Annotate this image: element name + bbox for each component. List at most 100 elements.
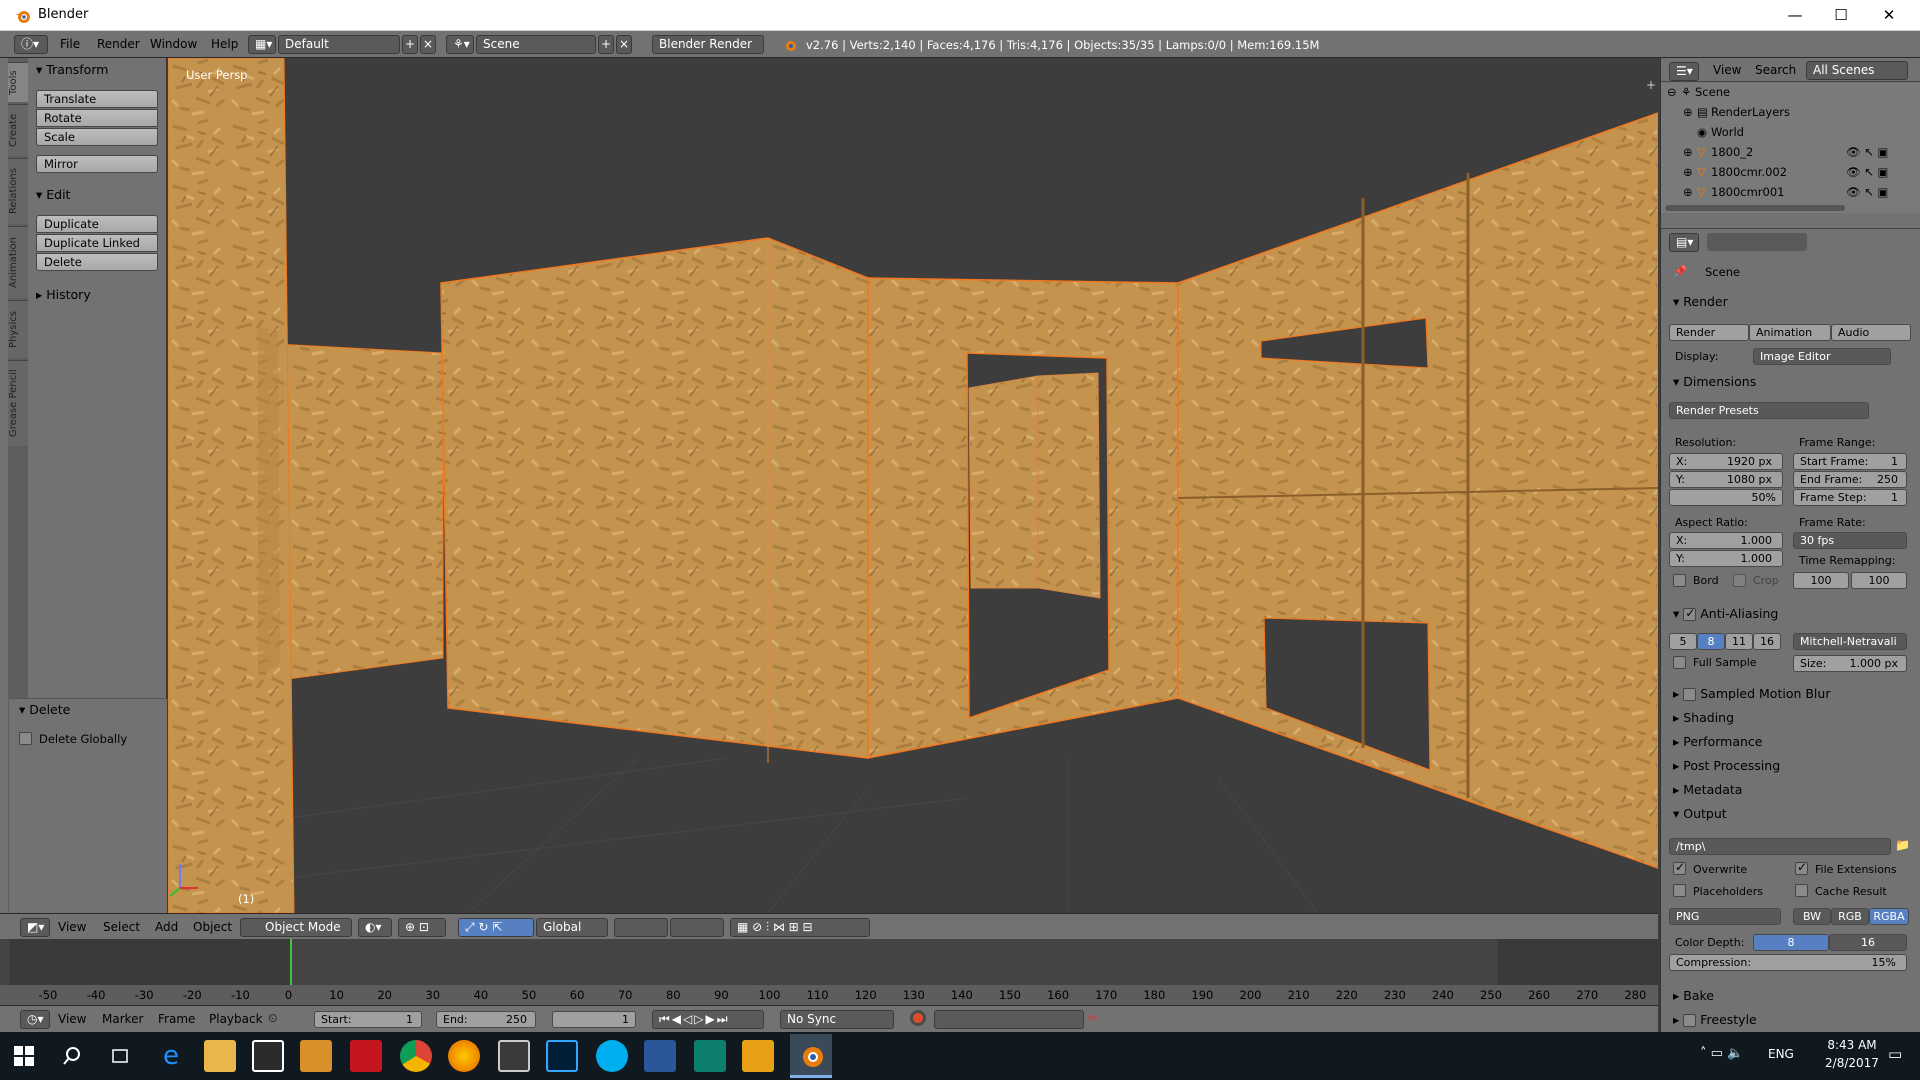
scale-button[interactable]: Scale xyxy=(36,128,158,146)
layers-grid-a[interactable] xyxy=(614,918,668,937)
sync-mode-select[interactable]: No Sync xyxy=(780,1010,894,1029)
color-depth-8[interactable]: 8 xyxy=(1753,934,1829,951)
edit-panel-title[interactable]: ▾ Edit xyxy=(36,187,70,202)
dimensions-panel-title[interactable]: ▾ Dimensions xyxy=(1673,374,1756,389)
duplicate-button[interactable]: Duplicate xyxy=(36,215,158,233)
frame-step-field[interactable]: Frame Step: 1 xyxy=(1793,489,1907,506)
keyframe-insert-icon[interactable]: ✂ xyxy=(1088,1011,1098,1025)
tab-relations[interactable]: Relations xyxy=(8,158,28,224)
keying-set-field[interactable] xyxy=(934,1010,1084,1029)
metadata-panel-title[interactable]: ▸ Metadata xyxy=(1673,782,1742,797)
photoshop-icon[interactable] xyxy=(546,1040,578,1072)
motion-blur-checkbox[interactable] xyxy=(1683,688,1697,701)
properties-editor-icon[interactable]: ▤▾ xyxy=(1669,233,1699,252)
anti-aliasing-checkbox[interactable] xyxy=(1683,606,1697,621)
viewport-expand-icon[interactable]: + xyxy=(1646,78,1656,92)
record-icon[interactable] xyxy=(910,1010,926,1026)
tab-animation[interactable]: Animation xyxy=(8,226,28,298)
compression-slider[interactable]: Compression: 15% xyxy=(1669,954,1907,971)
render-button[interactable]: Render xyxy=(1669,324,1749,341)
current-frame-input[interactable]: 1 xyxy=(552,1011,636,1028)
aa-sample-11[interactable]: 11 xyxy=(1725,633,1753,650)
media-app-icon[interactable] xyxy=(300,1040,332,1072)
file-format-select[interactable]: PNG xyxy=(1669,908,1781,925)
pin-icon[interactable]: 📌 xyxy=(1673,264,1687,278)
timeline-menu-playback[interactable]: Playback xyxy=(209,1012,263,1026)
time-remap-old-field[interactable]: 100 xyxy=(1793,572,1849,589)
outliner-item-renderlayers[interactable]: ⊕ ▤ RenderLayers xyxy=(1661,105,1901,124)
outliner-item-object[interactable]: ⊕ ▽ 1800cmr.002 👁 ↖ ▣ xyxy=(1661,165,1901,184)
transform-panel-title[interactable]: ▾ Transform xyxy=(36,62,108,77)
outliner-menu-view[interactable]: View xyxy=(1713,63,1741,77)
duplicate-linked-button[interactable]: Duplicate Linked xyxy=(36,234,158,252)
3d-view-editor-icon[interactable]: ◩▾ xyxy=(20,918,50,937)
3d-menu-select[interactable]: Select xyxy=(103,920,140,934)
windows-start-icon[interactable] xyxy=(14,1046,34,1066)
menu-help[interactable]: Help xyxy=(211,37,238,51)
search-icon[interactable] xyxy=(62,1046,82,1066)
manipulator-icons[interactable]: ⤢ ↻ ⇱ xyxy=(458,918,534,937)
word-icon[interactable] xyxy=(644,1040,676,1072)
outliner-item-scene[interactable]: ⊖ ⚘ Scene xyxy=(1661,85,1901,104)
menu-window[interactable]: Window xyxy=(150,37,197,51)
app-icon[interactable] xyxy=(694,1040,726,1072)
outlook-icon[interactable] xyxy=(742,1040,774,1072)
3d-menu-object[interactable]: Object xyxy=(193,920,232,934)
translate-button[interactable]: Translate xyxy=(36,90,158,108)
delete-button[interactable]: Delete xyxy=(36,253,158,271)
resolution-x-field[interactable]: X: 1920 px xyxy=(1669,453,1783,470)
bake-panel-title[interactable]: ▸ Bake xyxy=(1673,988,1714,1003)
tab-create[interactable]: Create xyxy=(8,104,28,156)
file-extensions-checkbox[interactable] xyxy=(1795,860,1808,875)
crop-checkbox[interactable] xyxy=(1733,574,1746,587)
screen-layout-field[interactable]: Default xyxy=(278,35,400,54)
menu-file[interactable]: File xyxy=(60,37,80,51)
resolution-percentage-field[interactable]: 50% xyxy=(1669,489,1783,506)
task-view-icon[interactable] xyxy=(110,1046,130,1066)
menu-render[interactable]: Render xyxy=(97,37,140,51)
aa-sample-16[interactable]: 16 xyxy=(1753,633,1781,650)
outliner-item-object[interactable]: ⊕ ▽ 1800_2 👁 ↖ ▣ xyxy=(1661,145,1901,164)
mirror-button[interactable]: Mirror xyxy=(36,155,158,173)
outliner-scrollbar[interactable] xyxy=(1665,205,1845,211)
overwrite-checkbox[interactable] xyxy=(1673,860,1686,875)
outliner-item-world[interactable]: ◉ World xyxy=(1661,125,1901,144)
end-frame-input[interactable]: End: 250 xyxy=(436,1011,536,1028)
freestyle-panel-title[interactable]: ▸ Freestyle xyxy=(1673,1012,1757,1027)
full-sample-checkbox[interactable] xyxy=(1673,656,1686,669)
clock-time[interactable]: 8:43 AM xyxy=(1822,1038,1882,1052)
minimize-button[interactable]: — xyxy=(1772,0,1818,30)
anti-aliasing-panel-title[interactable]: ▾ Anti-Aliasing xyxy=(1673,606,1778,621)
add-scene-icon[interactable]: + xyxy=(598,35,614,54)
pivot-point-icon[interactable]: ⊕ ⊡ xyxy=(398,918,446,937)
color-mode-rgba[interactable]: RGBA xyxy=(1869,908,1909,925)
display-select[interactable]: Image Editor xyxy=(1753,348,1891,365)
scene-icon[interactable]: ⚘▾ xyxy=(446,35,474,54)
audio-button[interactable]: Audio xyxy=(1831,324,1911,341)
chrome-icon[interactable] xyxy=(400,1040,432,1072)
start-frame-input[interactable]: Start: 1 xyxy=(314,1011,422,1028)
render-engine-select[interactable]: Blender Render xyxy=(652,35,764,54)
color-mode-bw[interactable]: BW xyxy=(1793,908,1831,925)
viewport-shading-icon[interactable]: ◐▾ xyxy=(358,918,392,937)
timeline-menu-view[interactable]: View xyxy=(58,1012,86,1026)
outliner-item-object[interactable]: ⊕ ▽ 1800cmr001 👁 ↖ ▣ xyxy=(1661,185,1901,204)
close-button[interactable]: ✕ xyxy=(1866,0,1912,30)
color-depth-16[interactable]: 16 xyxy=(1829,934,1907,951)
editor-type-info-icon[interactable]: ⓘ▾ xyxy=(14,35,48,54)
start-frame-field[interactable]: Start Frame: 1 xyxy=(1793,453,1907,470)
notifications-icon[interactable]: ▭ xyxy=(1888,1045,1902,1063)
shading-panel-title[interactable]: ▸ Shading xyxy=(1673,710,1734,725)
render-presets-select[interactable]: Render Presets xyxy=(1669,402,1869,419)
aa-sample-8[interactable]: 8 xyxy=(1697,633,1725,650)
motion-blur-panel-title[interactable]: ▸ Sampled Motion Blur xyxy=(1673,686,1830,701)
border-checkbox[interactable] xyxy=(1673,574,1686,587)
resolution-y-field[interactable]: Y: 1080 px xyxy=(1669,471,1783,488)
outliner-menu-search[interactable]: Search xyxy=(1755,63,1796,77)
rotate-button[interactable]: Rotate xyxy=(36,109,158,127)
timeline-menu-frame[interactable]: Frame xyxy=(158,1012,195,1026)
folder-icon[interactable]: 📁 xyxy=(1895,838,1910,852)
aspect-y-field[interactable]: Y: 1.000 xyxy=(1669,550,1783,567)
add-layout-icon[interactable]: + xyxy=(402,35,418,54)
color-mode-rgb[interactable]: RGB xyxy=(1831,908,1869,925)
